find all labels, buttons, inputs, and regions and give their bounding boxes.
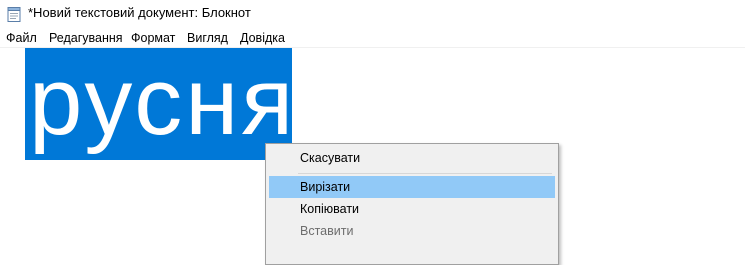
context-menu-undo-label: Скасувати (300, 151, 361, 165)
notepad-window: *Новий текстовий документ: Блокнот Файл … (0, 0, 745, 265)
context-menu-cut[interactable]: Вирізати (269, 176, 555, 198)
context-menu-cut-label: Вирізати (300, 180, 351, 194)
notepad-icon (7, 6, 21, 22)
context-menu-paste-label: Вставити (300, 224, 354, 238)
context-menu-paste[interactable]: Вставити (269, 220, 555, 242)
context-menu-undo[interactable]: Скасувати (269, 147, 555, 169)
selected-text: русня (29, 48, 297, 155)
title-bar: *Новий текстовий документ: Блокнот (0, 0, 745, 28)
context-menu-copy-label: Копіювати (300, 202, 360, 216)
text-selection[interactable]: русня (25, 48, 293, 160)
context-menu: Скасувати Вирізати Копіювати Вставити (265, 143, 559, 265)
context-menu-copy[interactable]: Копіювати (269, 198, 555, 220)
window-title: *Новий текстовий документ: Блокнот (28, 5, 251, 20)
context-menu-separator (298, 173, 552, 174)
